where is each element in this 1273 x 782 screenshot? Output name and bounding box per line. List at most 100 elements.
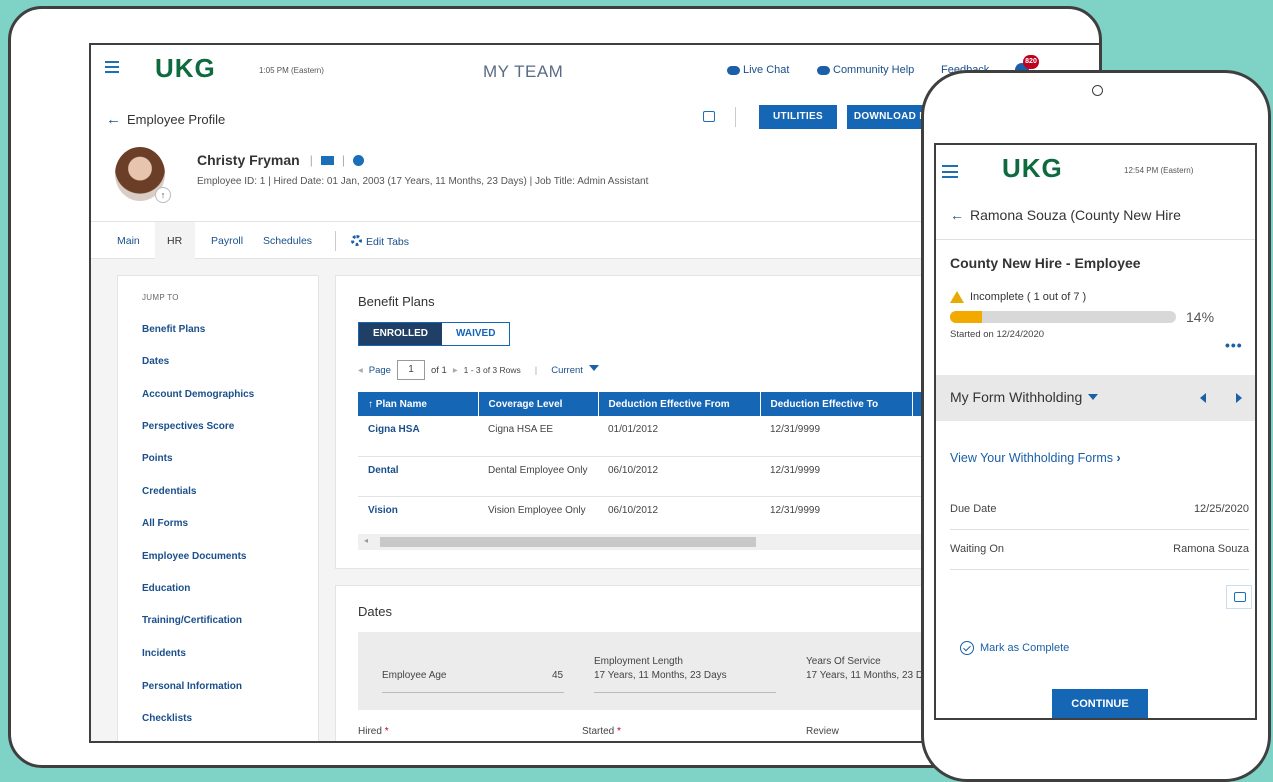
progress-percent: 14% — [1186, 309, 1215, 325]
community-help-label: Community Help — [833, 64, 915, 76]
table-cell: Vision Employee Only — [488, 504, 586, 516]
phone-screen: UKG 12:54 PM (Eastern) ← Ramona Souza (Co… — [934, 143, 1257, 720]
mark-complete-button[interactable]: Mark as Complete — [960, 641, 1069, 655]
divider — [950, 529, 1249, 530]
tab-hr[interactable]: HR — [167, 235, 182, 247]
utilities-button[interactable]: UTILITIES — [759, 105, 837, 129]
menu-icon[interactable] — [105, 61, 119, 73]
jump-link[interactable]: All Forms — [142, 518, 188, 529]
edit-tabs-button[interactable]: Edit Tabs — [351, 235, 409, 248]
jump-link[interactable]: Training/Certification — [142, 615, 242, 626]
view-withholding-forms-link[interactable]: View Your Withholding Forms › — [950, 451, 1121, 465]
jump-link[interactable]: Benefit Plans — [142, 324, 205, 335]
enrolled-tab[interactable]: ENROLLED — [359, 323, 442, 345]
ukg-logo[interactable]: UKG — [1002, 153, 1063, 184]
page-title: Employee Profile — [127, 112, 226, 127]
table-cell: 12/31/9999 — [760, 416, 912, 457]
next-form-icon[interactable] — [1236, 393, 1242, 403]
divider: | — [534, 364, 538, 376]
employee-name: Christy Fryman — [197, 152, 300, 168]
chat-icon — [817, 65, 830, 75]
page-of-label: of 1 — [430, 364, 447, 376]
upload-photo-icon[interactable]: ↑ — [155, 187, 171, 203]
plan-link[interactable]: Dental — [358, 456, 478, 497]
jump-link[interactable]: Personal Information — [142, 681, 242, 692]
plan-link[interactable]: Vision — [358, 496, 478, 536]
jump-link[interactable]: Incidents — [142, 648, 186, 659]
back-to-profile[interactable]: ← Employee Profile — [106, 111, 225, 128]
col-header-label: Plan Name — [375, 398, 427, 410]
tab-main[interactable]: Main — [117, 235, 140, 247]
progress-fill — [950, 311, 982, 323]
status-row: Incomplete ( 1 out of 7 ) — [950, 291, 1086, 303]
vertical-scrollbar[interactable] — [1255, 305, 1257, 720]
page-input[interactable]: 1 — [396, 360, 425, 380]
form-selector: My Form Withholding — [936, 375, 1255, 421]
jump-link[interactable]: Education — [142, 583, 190, 594]
divider — [594, 692, 776, 693]
due-date-value: 12/25/2020 — [1193, 503, 1249, 515]
table-cell: 12/31/9999 — [760, 456, 912, 497]
menu-icon[interactable] — [942, 165, 958, 178]
back-to-employee[interactable]: ← Ramona Souza (County New Hire — [950, 207, 1181, 223]
clock-text: 12:54 PM (Eastern) — [1124, 166, 1194, 175]
waiting-on-value: Ramona Souza — [1173, 543, 1249, 555]
col-header[interactable]: Deduction Effective To — [760, 392, 913, 416]
jump-to-panel: JUMP TO Benefit Plans Dates Account Demo… — [117, 275, 319, 741]
check-circle-icon — [960, 641, 974, 655]
chevron-down-icon — [1088, 394, 1099, 400]
tab-payroll[interactable]: Payroll — [211, 235, 243, 247]
prev-form-icon[interactable] — [1200, 393, 1206, 403]
jump-link[interactable]: Account Demographics — [142, 389, 254, 400]
divider — [950, 569, 1249, 570]
form-title: My Form Withholding — [950, 389, 1083, 405]
rows-count: 1 - 3 of 3 Rows — [463, 365, 521, 375]
col-header[interactable]: ↑ Plan Name — [358, 392, 479, 416]
started-field: Started * — [582, 726, 621, 737]
employee-meta: Employee ID: 1 | Hired Date: 01 Jan, 200… — [197, 176, 649, 187]
col-header[interactable]: Coverage Level — [478, 392, 599, 416]
form-dropdown[interactable]: My Form Withholding — [950, 389, 1099, 405]
comment-icon[interactable] — [703, 111, 715, 122]
scroll-left-icon[interactable]: ◂ — [364, 536, 368, 545]
person-icon[interactable] — [352, 154, 364, 166]
comment-icon[interactable] — [1226, 585, 1252, 609]
plan-link[interactable]: Cigna HSA — [358, 416, 478, 457]
table-cell: 12/31/9999 — [770, 504, 821, 516]
pager: ◂ Page 1 of 1 ▸ 1 - 3 of 3 Rows | Curren… — [358, 360, 599, 380]
live-chat-link[interactable]: Live Chat — [727, 64, 789, 76]
employee-name-row: Christy Fryman | | — [197, 152, 364, 168]
back-arrow-icon: ← — [950, 207, 964, 223]
current-filter[interactable]: Current — [551, 364, 599, 376]
employee-age-value: 45 — [552, 670, 564, 681]
tab-schedules[interactable]: Schedules — [263, 235, 312, 247]
waived-tab[interactable]: WAIVED — [442, 323, 510, 345]
next-page-icon[interactable]: ▸ — [453, 365, 458, 376]
jump-link[interactable]: Checklists — [142, 713, 192, 724]
page-title: Ramona Souza (County New Hire — [970, 207, 1181, 223]
table-cell: Cigna HSA EE — [478, 416, 598, 457]
jump-link[interactable]: Dates — [142, 356, 169, 367]
jump-link[interactable]: Perspectives Score — [142, 421, 234, 432]
jump-link[interactable]: Credentials — [142, 486, 196, 497]
phone-frame: UKG 12:54 PM (Eastern) ← Ramona Souza (Co… — [921, 70, 1271, 782]
mail-icon[interactable] — [320, 155, 334, 165]
jump-link[interactable]: Points — [142, 453, 173, 464]
review-label: Review — [806, 726, 839, 737]
prev-page-icon[interactable]: ◂ — [358, 365, 363, 376]
divider — [936, 239, 1255, 240]
required-marker: * — [617, 726, 621, 737]
camera-icon — [1092, 85, 1103, 96]
continue-button[interactable]: CONTINUE — [1052, 689, 1148, 718]
col-header[interactable]: Deduction Effective From — [598, 392, 761, 416]
jump-link[interactable]: Employee Documents — [142, 551, 246, 562]
community-help-link[interactable]: Community Help — [817, 64, 914, 76]
ukg-logo[interactable]: UKG — [155, 53, 216, 84]
employee-age-label: Employee Age — [382, 670, 447, 681]
scroll-thumb[interactable] — [380, 537, 756, 547]
more-options-icon[interactable]: ••• — [1225, 337, 1243, 353]
mark-complete-label: Mark as Complete — [980, 642, 1070, 654]
chat-icon — [727, 65, 740, 75]
waiting-on-label: Waiting On — [950, 543, 1005, 555]
enrollment-toggle: ENROLLED WAIVED — [358, 322, 511, 346]
